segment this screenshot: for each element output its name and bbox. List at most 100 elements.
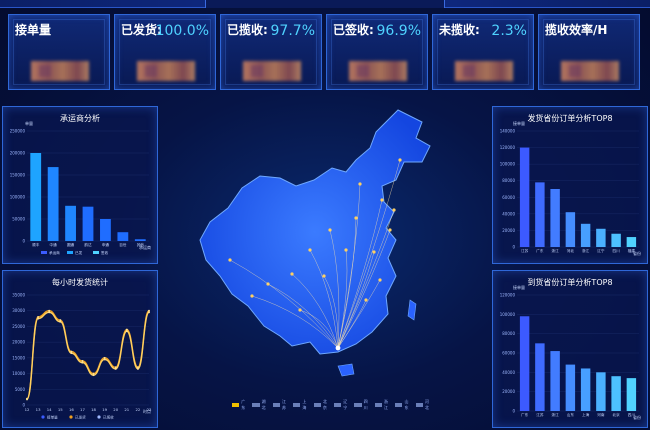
redacted-value	[349, 61, 407, 81]
map-route-node	[364, 298, 368, 302]
kpi-label: 揽收效率/H	[545, 23, 608, 37]
header-title-frame	[205, 0, 445, 8]
x-tick-label: 18	[91, 407, 96, 412]
map-legend-swatch	[272, 403, 281, 407]
redacted-value	[455, 61, 513, 81]
map-legend-item[interactable]: 山东	[395, 399, 411, 411]
series-line	[26, 311, 150, 401]
series-line	[26, 310, 150, 400]
y-tick-label: 120000	[500, 145, 516, 150]
y-tick-label: 60000	[502, 195, 515, 200]
data-point	[70, 352, 73, 355]
legend-label: 已发货	[75, 415, 86, 420]
map-legend-label: 江苏	[282, 399, 287, 410]
bar	[596, 228, 606, 247]
kpi-card-collected[interactable]: 已揽收: 97.7%	[220, 14, 322, 90]
data-point	[92, 374, 95, 377]
y-axis-label: 接单量	[513, 120, 525, 126]
y-tick-label: 0	[22, 239, 25, 244]
kpi-card-signed[interactable]: 已签收: 96.9%	[326, 14, 428, 90]
kpi-card-shipped[interactable]: 已发货: 100.0%	[114, 14, 216, 90]
map-route-node	[380, 198, 384, 202]
map-legend-swatch	[395, 403, 403, 407]
y-tick-label: 200000	[10, 151, 26, 156]
kpi-card-efficiency[interactable]: 揽收效率/H	[538, 14, 640, 90]
ship-province-panel: 发货省份订单分析TOP8 0 20000 40000 60000 80000 100000…	[492, 106, 648, 264]
kpi-card-not-collected[interactable]: 未揽收: 2.3%	[432, 14, 534, 90]
map-legend-item[interactable]: 北京	[313, 399, 330, 411]
y-tick-label: 250000	[10, 129, 26, 134]
x-tick-label: 申通	[102, 242, 110, 247]
map-legend-item[interactable]: 上海	[293, 399, 309, 411]
map-legend-label: 广东	[241, 399, 246, 410]
x-tick-label: 福建	[628, 248, 636, 253]
y-tick-label: 20000	[502, 389, 515, 394]
map-legend-label: 四川	[363, 399, 368, 410]
y-tick-label: 20000	[502, 228, 515, 233]
x-tick-label: 山东	[567, 412, 575, 417]
y-axis-label: 单量	[25, 120, 33, 126]
x-tick-label: 21	[124, 407, 129, 412]
map-legend-swatch	[252, 403, 260, 407]
map-legend-label: 浙江	[384, 399, 389, 410]
legend-label: 承运商	[49, 250, 60, 255]
map-legend-swatch	[313, 403, 321, 407]
map-svg	[199, 109, 431, 377]
bar	[611, 376, 621, 411]
x-tick-label: 韵达	[84, 242, 92, 247]
china-map[interactable]	[160, 100, 490, 430]
kpi-label: 未揽收:	[439, 23, 480, 37]
map-route-node	[388, 228, 392, 232]
map-legend-label: 河北	[424, 399, 429, 410]
data-point	[59, 320, 62, 323]
y-tick-label: 40000	[502, 211, 515, 216]
legend-label: 已揽收	[103, 415, 114, 420]
bar	[626, 378, 637, 411]
x-tick-label: 其他	[137, 242, 145, 247]
map-route-node	[344, 248, 348, 252]
bar	[134, 239, 146, 241]
y-tick-label: 0	[512, 245, 515, 250]
y-tick-label: 0	[512, 409, 515, 414]
map-route-node	[354, 216, 358, 220]
x-tick-label: 广东	[521, 412, 529, 417]
map-route-node	[250, 294, 254, 298]
map-legend-item[interactable]: 浙江	[374, 399, 391, 411]
legend-swatch	[69, 415, 73, 419]
bar	[550, 351, 560, 411]
x-tick-label: 中通	[50, 242, 58, 247]
map-legend-item[interactable]: 湖北	[252, 399, 268, 411]
map-legend-label: 北京	[322, 399, 327, 410]
x-tick-label: 顺丰	[32, 242, 40, 247]
map-legend: 广东 湖北 江苏 上海 北京 辽宁 四川 浙江 山东 河北	[232, 399, 432, 411]
kpi-card-orders[interactable]: 接单量	[8, 14, 110, 90]
x-tick-label: 13	[36, 407, 41, 412]
map-legend-item[interactable]: 江苏	[272, 399, 289, 411]
y-axis-label: 接单量	[513, 284, 525, 290]
y-tick-label: 120000	[500, 293, 516, 298]
x-tick-label: 19	[102, 407, 107, 412]
legend-swatch	[97, 415, 101, 419]
bar	[65, 205, 76, 241]
kpi-label: 接单量	[15, 23, 52, 37]
y-tick-label: 5000	[15, 387, 26, 392]
data-point	[136, 367, 139, 370]
x-tick-label: 河南	[597, 412, 605, 417]
map-legend-label: 湖北	[261, 399, 266, 410]
bar	[100, 219, 111, 241]
x-tick-label: 辽宁	[597, 248, 605, 253]
map-legend-item[interactable]: 辽宁	[334, 399, 350, 411]
bar	[82, 206, 94, 241]
x-tick-label: 北京	[613, 412, 621, 417]
map-legend-item[interactable]: 河北	[415, 399, 432, 411]
kpi-value: 100.0%	[155, 23, 209, 39]
map-route-node	[228, 258, 232, 262]
bar	[535, 182, 545, 247]
legend-swatch	[41, 415, 45, 419]
map-target-node	[335, 345, 341, 351]
map-legend-item[interactable]: 广东	[232, 399, 248, 411]
map-route-node	[298, 308, 302, 312]
map-legend-item[interactable]: 四川	[354, 399, 370, 411]
map-route-node	[328, 228, 332, 232]
y-tick-label: 20000	[12, 340, 25, 345]
